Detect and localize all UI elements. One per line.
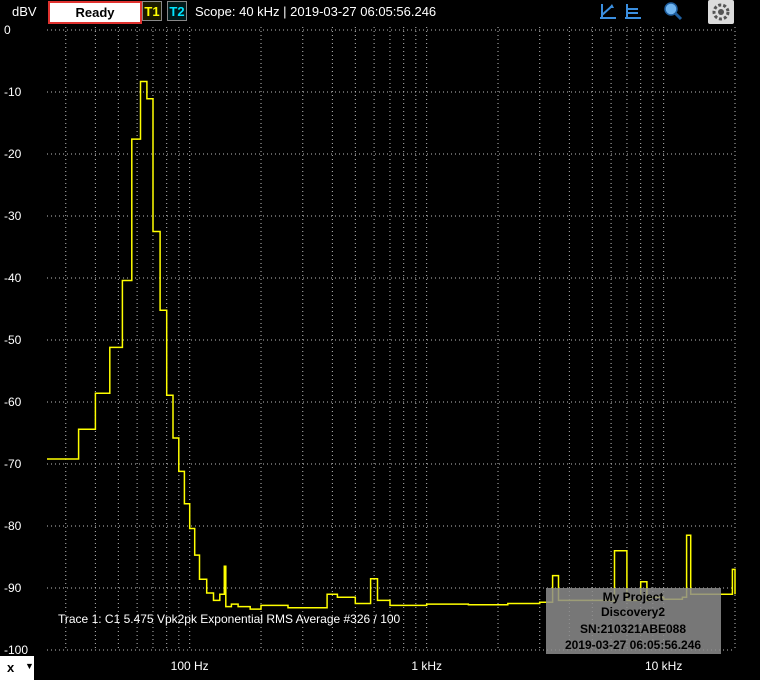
gear-icon[interactable] [708,0,734,24]
trace1-toggle[interactable]: T1 [142,1,162,21]
annotation-line-2: Discovery2 [601,605,665,619]
y-tick-label: -60 [4,395,22,409]
y-tick-label: -20 [4,147,22,161]
y-axis-ticks: 0 -10 -20 -30 -40 -50 -60 -70 -80 -90 -100 [4,23,28,657]
y-tick-label: -80 [4,519,22,533]
y-tick-label: -40 [4,271,22,285]
device-annotation: My Project Discovery2 SN:210321ABE088 20… [546,588,721,654]
annotation-line-4: 2019-03-27 06:05:56.246 [565,638,701,652]
y-unit-label: dBV [12,4,37,19]
annotation-line-1: My Project [603,590,664,604]
y-tick-label: -70 [4,457,22,471]
y-tick-label: -30 [4,209,22,223]
chevron-down-icon: ▼ [25,661,34,671]
x-axis-ticks: 100 Hz 1 kHz 10 kHz [171,659,683,673]
zoom-icon[interactable] [662,1,684,21]
ready-status-button[interactable]: Ready [48,1,142,24]
y-tick-label: -100 [4,643,28,657]
annotation-line-3: SN:210321ABE088 [580,622,686,636]
toolbar: dBV Ready T1 T2 Scope: 40 kHz | 2019-03-… [0,0,760,24]
spectrum-chart: 0-10-20-30-40-50-60-70-80-90-100 100 Hz 1… [4,23,736,673]
x-tick-label: 10 kHz [645,659,682,673]
y-tick-label: 0 [4,23,11,37]
scope-info-text: Scope: 40 kHz | 2019-03-27 06:05:56.246 [195,4,437,19]
y-tick-label: -10 [4,85,22,99]
trace-select[interactable]: x ▼ [0,656,34,680]
cursor-b-icon[interactable] [622,1,644,21]
x-tick-label: 100 Hz [171,659,209,673]
trace-select-value: x [7,660,15,675]
x-tick-label: 1 kHz [411,659,442,673]
trace-label: Trace 1: C1 5.475 Vpk2pk Exponential RMS… [58,612,401,626]
y-tick-label: -90 [4,581,22,595]
cursor-a-icon[interactable] [597,1,619,21]
y-tick-label: -50 [4,333,22,347]
trace2-toggle[interactable]: T2 [167,1,187,21]
